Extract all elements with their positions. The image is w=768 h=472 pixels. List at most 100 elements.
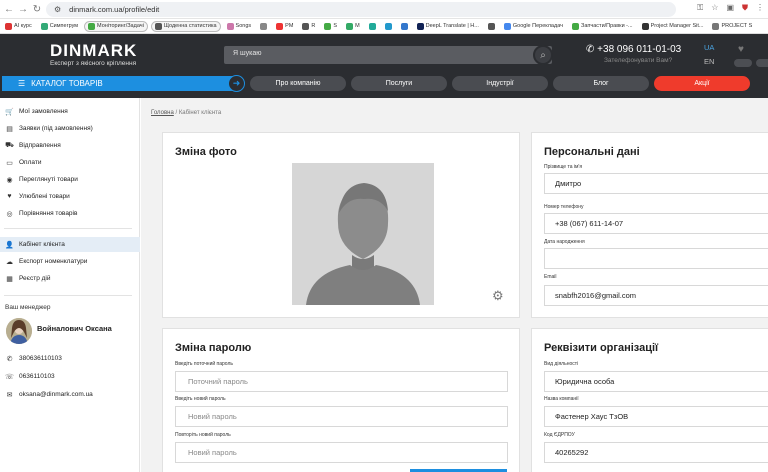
arrow-right-icon[interactable]: ➜ (228, 75, 245, 92)
current-password-input[interactable] (175, 371, 508, 392)
contact-phone[interactable]: ☏ 0636110103 (0, 369, 140, 384)
search-box: ⌕ (224, 45, 553, 65)
repeat-password-input[interactable] (175, 442, 508, 463)
phone-number[interactable]: ✆ +38 096 011-01-03 (586, 44, 681, 55)
site-info-icon[interactable]: ⚙ (54, 5, 61, 14)
catalog-button[interactable]: ☰ КАТАЛОГ ТОВАРІВ (2, 76, 240, 91)
sidebar-item-viewed[interactable]: ◉ Переглянуті товари (0, 172, 140, 187)
bookmark-item[interactable] (485, 22, 498, 31)
more-icon[interactable]: ⋮ (756, 3, 764, 13)
sidebar-item-favorites[interactable]: ♥ Улюблені товари (0, 189, 140, 204)
lang-ua[interactable]: UA (704, 43, 714, 52)
favorites-icon[interactable]: ♥ (738, 44, 744, 55)
bookmark-item[interactable]: PROJECT S (709, 22, 755, 31)
sidebar-item-label: Оплати (19, 159, 42, 166)
bookmark-item[interactable]: S (321, 22, 340, 31)
bookmark-item[interactable]: Project Manager Sit... (639, 22, 707, 31)
bookmark-item[interactable]: PM (273, 22, 296, 31)
bookmark-item[interactable]: Запчасти/Правки -... (569, 22, 636, 31)
sidebar-item-label: Улюблені товари (19, 193, 70, 200)
sidebar-item-label: Експорт номенклатури (19, 258, 88, 265)
bookmark-favicon-icon (226, 22, 234, 30)
bookmark-label: DeepL Translate | H... (425, 23, 479, 29)
forward-icon[interactable]: → (16, 4, 30, 15)
sidebar-item-compare[interactable]: ◎ Порівняння товарів (0, 206, 140, 221)
bookmark-item[interactable]: Google Перекладач (501, 22, 566, 31)
back-icon[interactable]: ← (2, 4, 16, 15)
bookmark-favicon-icon (154, 22, 162, 30)
search-input[interactable] (233, 50, 523, 57)
activity-field[interactable]: Юридична особа (544, 371, 768, 392)
bookmark-item[interactable]: Songs (224, 22, 255, 31)
bookmark-label: S (333, 23, 338, 29)
sidebar-item-orders[interactable]: 🛒 Мої замовлення (0, 104, 140, 119)
menu-item-services[interactable]: Послуги (351, 76, 447, 91)
truck-icon: ⛟ (5, 142, 14, 149)
callback-link[interactable]: Зателефонувати Вам? (604, 57, 672, 64)
sidebar-item-actions-log[interactable]: ▦ Реєстр дій (0, 271, 140, 286)
account-sidebar: 🛒 Мої замовлення ▤ Заявки (під замовлення)… (0, 98, 140, 472)
sidebar-item-export[interactable]: ☁ Експорт номенклатури (0, 254, 140, 269)
edrpou-label: Код ЄДРПОУ (544, 432, 575, 438)
avatar (6, 318, 32, 344)
menu-item-blog[interactable]: Блог (553, 76, 649, 91)
key-icon[interactable]: ⚿ (697, 3, 703, 13)
bookmark-item[interactable]: M (343, 22, 363, 31)
phone-field[interactable]: +38 (067) 611-14-07 (544, 213, 768, 234)
bookmark-favicon-icon (487, 22, 495, 30)
sidebar-item-payments[interactable]: ▭ Оплати (0, 155, 140, 170)
menu-item-about[interactable]: Про компанію (250, 76, 346, 91)
profile-photo-placeholder[interactable] (292, 163, 434, 305)
menu-item-industries[interactable]: Індустрії (452, 76, 548, 91)
star-icon[interactable]: ☆ (711, 3, 718, 13)
breadcrumb-current: Кабінет клієнта (178, 110, 222, 116)
bookmark-item[interactable]: DeepL Translate | H... (414, 22, 482, 31)
extension-icon[interactable]: ▣ (726, 3, 734, 13)
contact-email[interactable]: ✉ oksana@dinmark.com.ua (0, 387, 140, 402)
bookmark-item[interactable]: Моніторинг/Задачі (84, 20, 148, 32)
edrpou-field[interactable]: 40265292 (544, 442, 768, 463)
company-field[interactable]: Фастенер Хаус ТзОВ (544, 406, 768, 427)
email-field[interactable]: snabfh2016@gmail.com (544, 285, 768, 306)
site-header: DINMARK Експерт з якісного кріплення ⌕ ✆… (0, 34, 768, 98)
bookmark-item[interactable]: Щоденна статистика (150, 20, 221, 32)
email-label: Email (544, 274, 557, 280)
bookmark-item[interactable] (257, 22, 270, 31)
gear-icon[interactable]: ⚙ (492, 288, 504, 304)
reload-icon[interactable]: ↻ (30, 4, 44, 15)
browser-toolbar: ← → ↻ ⚙ dinmark.com.ua/profile/edit ⚿ ☆ … (0, 0, 768, 19)
search-icon[interactable]: ⌕ (533, 45, 553, 65)
sidebar-item-cabinet[interactable]: 👤 Кабінет клієнта (0, 237, 140, 252)
contact-viber[interactable]: ✆ 380636110103 (0, 351, 140, 366)
lang-en[interactable]: EN (704, 57, 714, 66)
new-password-input[interactable] (175, 406, 508, 427)
name-field[interactable]: Дмитро (544, 173, 768, 194)
contact-text: 0636110103 (19, 373, 55, 380)
breadcrumb-home[interactable]: Головна (151, 110, 174, 116)
sidebar-divider (4, 228, 132, 229)
favorites-count-badge (734, 59, 752, 67)
birthdate-field[interactable] (544, 248, 768, 269)
photo-card-title: Зміна фото (175, 146, 237, 158)
sidebar-item-shipments[interactable]: ⛟ Відправлення (0, 138, 140, 153)
site-logo[interactable]: DINMARK (50, 41, 137, 61)
address-bar[interactable]: ⚙ dinmark.com.ua/profile/edit (46, 2, 676, 17)
bookmark-item[interactable] (398, 22, 411, 31)
site-tagline: Експерт з якісного кріплення (50, 60, 137, 67)
bookmark-item[interactable]: Симпегрум (38, 22, 81, 31)
sidebar-item-requests[interactable]: ▤ Заявки (під замовлення) (0, 121, 140, 136)
sidebar-item-label: Порівняння товарів (19, 210, 78, 217)
sidebar-item-label: Реєстр дій (19, 275, 51, 282)
bookmark-item[interactable]: AI курс (2, 22, 35, 31)
bookmark-item[interactable]: R (299, 22, 318, 31)
contact-text: oksana@dinmark.com.ua (19, 391, 93, 398)
sidebar-item-label: Переглянуті товари (19, 176, 78, 183)
shield-icon[interactable]: ⛊ (742, 3, 748, 13)
company-label: Назва компанії (544, 396, 579, 402)
bookmark-label: Google Перекладач (512, 23, 564, 29)
bookmark-item[interactable] (382, 22, 395, 31)
bookmarks-bar: AI курс Симпегрум Моніторинг/Задачі Щоденна… (0, 19, 768, 34)
bookmark-item[interactable] (366, 22, 379, 31)
menu-item-sales[interactable]: Акції (654, 76, 750, 91)
sidebar-item-label: Мої замовлення (19, 108, 68, 115)
